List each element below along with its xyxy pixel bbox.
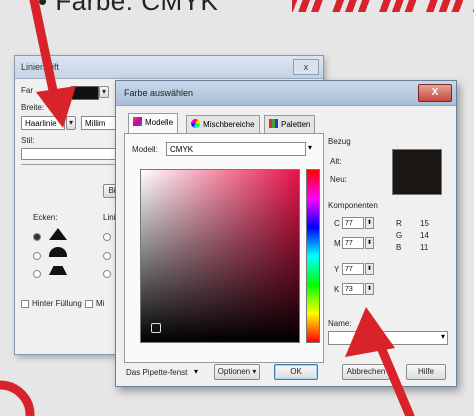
arrow-top-left bbox=[29, 0, 76, 128]
annotation-arrows bbox=[0, 0, 415, 416]
arrow-bottom-right bbox=[345, 307, 415, 416]
annotation-circle-arc bbox=[0, 380, 35, 416]
